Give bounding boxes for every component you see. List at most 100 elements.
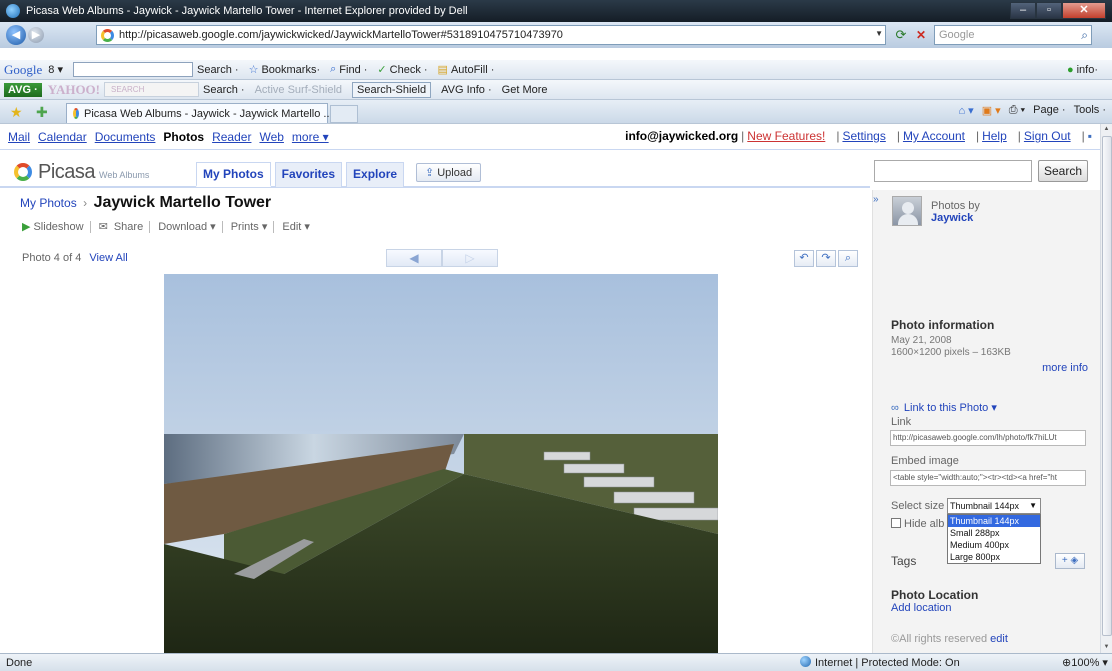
breadcrumb-separator: › — [83, 196, 88, 210]
rights-edit-link[interactable]: edit — [990, 633, 1008, 645]
url-dropdown-icon[interactable]: ▼ — [875, 29, 883, 38]
photo-counter: Photo 4 of 4 View All — [22, 252, 128, 264]
prints-button[interactable]: Prints ▾ — [231, 220, 268, 233]
picasa-search-input[interactable] — [874, 160, 1032, 182]
tab-my-photos[interactable]: My Photos — [196, 162, 271, 187]
autofill-label: AutoFill · — [450, 63, 495, 76]
google-toolbar-menu[interactable]: 8 ▾ — [48, 63, 63, 76]
gbar-calendar[interactable]: Calendar — [38, 130, 87, 144]
avg-info-button[interactable]: AVG Info · — [441, 84, 492, 96]
zoom-level[interactable]: ⊕100% ▾ — [1062, 656, 1108, 669]
owner-link[interactable]: Jaywick — [931, 212, 980, 224]
refresh-icon[interactable]: ⟳ — [892, 26, 910, 44]
search-shield-button[interactable]: Search-Shield — [352, 81, 432, 98]
save-icon[interactable]: ▪ — [1088, 129, 1092, 143]
forward-button[interactable]: ▶ — [28, 27, 44, 43]
size-select[interactable]: Thumbnail 144px ▼ — [947, 498, 1041, 514]
owner-avatar[interactable] — [892, 196, 922, 226]
size-option-medium[interactable]: Medium 400px — [948, 539, 1040, 551]
help-link[interactable]: Help — [982, 129, 1007, 143]
new-features-link[interactable]: New Features! — [747, 129, 825, 143]
stop-icon[interactable]: ✕ — [912, 26, 930, 44]
collapse-sidebar-icon[interactable]: » — [873, 194, 887, 208]
view-all-link[interactable]: View All — [89, 252, 127, 264]
add-location-link[interactable]: Add location — [891, 602, 952, 614]
search-icon[interactable]: ⌕ — [1081, 26, 1088, 44]
download-button[interactable]: Download ▾ — [158, 220, 216, 233]
security-zone[interactable]: Internet | Protected Mode: On — [800, 656, 960, 669]
close-button[interactable]: ✕ — [1062, 2, 1106, 19]
my-account-link[interactable]: My Account — [903, 129, 965, 143]
more-info-link[interactable]: more info — [1042, 362, 1088, 374]
slideshow-button[interactable]: Slideshow — [33, 221, 83, 233]
breadcrumb-my-photos[interactable]: My Photos — [20, 196, 77, 210]
minimize-button[interactable]: – — [1010, 2, 1036, 19]
gbar-more[interactable]: more ▾ — [292, 130, 329, 144]
hide-album-checkbox[interactable] — [891, 518, 901, 528]
new-tab-button[interactable] — [330, 105, 358, 123]
google-toolbar-info[interactable]: ● info· — [1067, 64, 1098, 76]
find-label: Find · — [339, 63, 368, 76]
tab-favorites[interactable]: Favorites — [274, 162, 343, 187]
edit-button[interactable]: Edit ▾ — [282, 220, 310, 233]
previous-photo-button[interactable]: ◀ — [386, 249, 442, 267]
next-photo-button[interactable]: ▷ — [442, 249, 498, 267]
tab-explore[interactable]: Explore — [346, 162, 405, 187]
size-select-value: Thumbnail 144px — [950, 501, 1020, 511]
settings-link[interactable]: Settings — [842, 129, 885, 143]
picasa-logo[interactable]: Picasa Web Albums — [14, 160, 149, 184]
back-button[interactable]: ◀ — [6, 25, 26, 45]
google-toolbar-search-input[interactable] — [72, 62, 193, 77]
size-option-large[interactable]: Large 800px — [948, 551, 1040, 563]
add-tag-button[interactable]: + ◈ — [1055, 553, 1085, 569]
scroll-down-icon[interactable]: ▼ — [1101, 642, 1112, 653]
home-icon[interactable]: ⌂ ▾ — [958, 104, 973, 117]
active-surf-shield[interactable]: Active Surf-Shield — [255, 84, 342, 96]
share-button[interactable]: Share — [114, 221, 143, 233]
tab-picasa[interactable]: Picasa Web Albums - Jaywick - Jaywick Ma… — [66, 103, 333, 123]
main-photo[interactable] — [164, 274, 718, 653]
link-to-photo-toggle[interactable]: ∞ Link to this Photo ▾ — [891, 401, 997, 414]
get-more-button[interactable]: Get More — [502, 84, 548, 96]
photo-location-title: Photo Location — [891, 588, 979, 602]
google-toolbar-bookmarks[interactable]: ☆ Bookmarks· — [249, 63, 321, 77]
link-field[interactable]: http://picasaweb.google.com/lh/photo/fk7… — [890, 430, 1086, 446]
rotate-left-icon[interactable]: ↶ — [794, 250, 814, 267]
favorites-star-icon[interactable]: ★ — [10, 104, 23, 121]
upload-label: Upload — [437, 167, 473, 179]
picasa-search-button[interactable]: Search — [1038, 160, 1088, 182]
page-menu[interactable]: Page · — [1033, 104, 1065, 117]
print-icon[interactable]: ⎙ ▾ — [1009, 104, 1025, 117]
rights-info: ©All rights reserved edit — [891, 633, 1008, 645]
gbar-reader[interactable]: Reader — [212, 130, 251, 144]
tools-menu[interactable]: Tools · — [1074, 104, 1106, 117]
maximize-button[interactable]: ▫ — [1036, 2, 1062, 19]
upload-button[interactable]: ⇪ Upload — [416, 163, 482, 182]
gbar-documents[interactable]: Documents — [95, 130, 156, 144]
gbar-mail[interactable]: Mail — [8, 130, 30, 144]
zoom-icon[interactable]: ⌕ — [838, 250, 858, 267]
embed-field[interactable]: <table style="width:auto;"><tr><td><a hr… — [890, 470, 1086, 486]
google-toolbar-find[interactable]: ⌕ Find · — [330, 63, 367, 76]
scroll-up-icon[interactable]: ▲ — [1101, 124, 1112, 135]
avg-search-button[interactable]: Search · — [203, 84, 245, 96]
page-scrollbar[interactable]: ▲ ▼ — [1100, 124, 1112, 653]
feeds-icon[interactable]: ▣ ▾ — [982, 104, 1001, 117]
rotate-right-icon[interactable]: ↷ — [816, 250, 836, 267]
size-option-thumbnail[interactable]: Thumbnail 144px — [948, 515, 1040, 527]
browser-search-input[interactable]: Google ⌕ — [934, 25, 1092, 45]
yahoo-search-input[interactable]: SEARCH — [104, 82, 199, 97]
google-toolbar-autofill[interactable]: ▤ AutoFill · — [438, 63, 495, 77]
embed-label: Embed image — [891, 455, 959, 467]
gbar-web[interactable]: Web — [259, 130, 283, 144]
add-favorites-icon[interactable]: ✚ — [36, 104, 48, 121]
hide-album-option[interactable]: Hide alb — [891, 518, 944, 530]
url-input[interactable]: http://picasaweb.google.com/jaywickwicke… — [96, 25, 886, 45]
sign-out-link[interactable]: Sign Out — [1024, 129, 1071, 143]
google-toolbar-search[interactable]: Search · — [197, 64, 239, 76]
photo-count-text: Photo 4 of 4 — [22, 252, 82, 264]
scrollbar-thumb[interactable] — [1102, 136, 1112, 636]
size-option-small[interactable]: Small 288px — [948, 527, 1040, 539]
google-toolbar-check[interactable]: ✓ Check · — [377, 63, 427, 77]
avg-menu[interactable]: AVG · — [4, 82, 42, 97]
